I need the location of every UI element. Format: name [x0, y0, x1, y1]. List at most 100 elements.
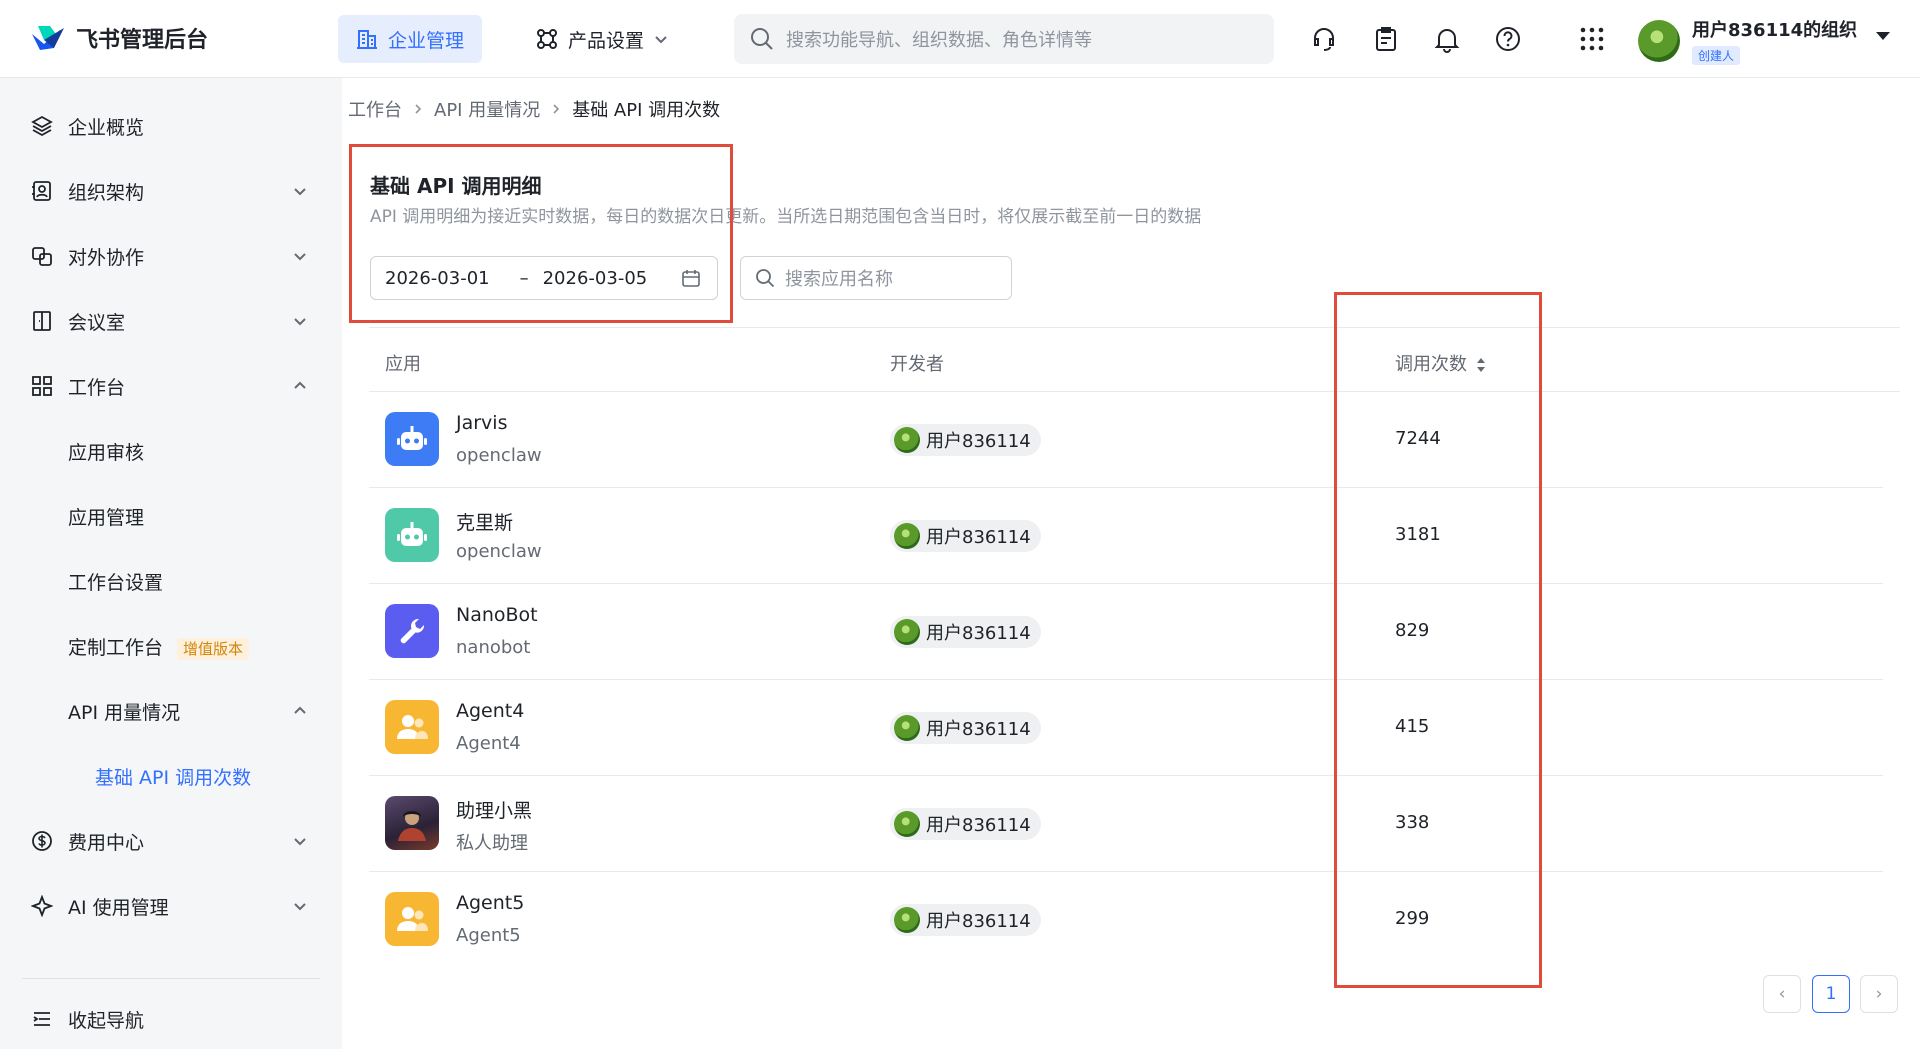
nav-product-label: 产品设置 [568, 29, 645, 52]
developer-chip[interactable]: 用户836114 [890, 424, 1041, 456]
sidebar-item-basic-api-calls[interactable]: 基础 API 调用次数 [0, 748, 342, 804]
collapse-nav-button[interactable]: 收起导航 [0, 991, 342, 1047]
app-subtitle: 私人助理 [456, 833, 528, 854]
robot-icon [385, 508, 439, 562]
table-row[interactable]: Agent5 Agent5 用户836114 299 [369, 872, 1883, 968]
sort-icon[interactable] [1475, 356, 1487, 374]
sidebar-item-overview[interactable]: 企业概览 [0, 98, 342, 154]
app-name[interactable]: Jarvis [456, 412, 507, 434]
collab-icon [30, 244, 54, 268]
app-subtitle: Agent5 [456, 925, 521, 946]
breadcrumb-api-usage[interactable]: API 用量情况 [434, 96, 540, 122]
table-row[interactable]: Agent4 Agent4 用户836114 415 [369, 680, 1883, 776]
avatar [894, 715, 920, 741]
app-name[interactable]: 助理小黑 [456, 796, 532, 823]
sidebar-item-external[interactable]: 对外协作 [0, 228, 342, 284]
avatar [894, 427, 920, 453]
pagination-next-button[interactable]: › [1860, 975, 1898, 1013]
chevron-down-icon [290, 246, 310, 266]
sidebar-item-api-usage[interactable]: API 用量情况 [0, 683, 342, 739]
apps-grid-icon[interactable] [1576, 23, 1608, 55]
modules-icon [537, 29, 557, 49]
chevron-right-icon [415, 104, 422, 114]
developer-chip[interactable]: 用户836114 [890, 904, 1041, 936]
nav-enterprise-button[interactable]: 企业管理 [338, 15, 482, 63]
sidebar-item-org[interactable]: 组织架构 [0, 163, 342, 219]
grid-icon [30, 374, 54, 398]
developer-chip[interactable]: 用户836114 [890, 520, 1041, 552]
developer-name: 用户836114 [926, 431, 1031, 452]
sidebar-divider [22, 978, 320, 979]
table-row[interactable]: 助理小黑 私人助理 用户836114 338 [369, 776, 1883, 872]
table-row[interactable]: NanoBot nanobot 用户836114 829 [369, 584, 1883, 680]
app-name[interactable]: NanoBot [456, 604, 538, 626]
app-name[interactable]: Agent5 [456, 892, 524, 914]
org-switcher[interactable]: 用户836114的组织 创建人 [1638, 16, 1857, 65]
chevron-up-icon [290, 376, 310, 396]
headset-icon[interactable] [1308, 23, 1340, 55]
developer-chip[interactable]: 用户836114 [890, 808, 1041, 840]
call-count: 415 [1395, 716, 1430, 737]
developer-chip[interactable]: 用户836114 [890, 712, 1041, 744]
call-count: 299 [1395, 908, 1430, 929]
app-subtitle: nanobot [456, 637, 531, 658]
sidebar-item-meeting-room[interactable]: 会议室 [0, 293, 342, 349]
call-count: 7244 [1395, 428, 1441, 449]
call-count: 338 [1395, 812, 1430, 833]
developer-name: 用户836114 [926, 911, 1031, 932]
pagination-page-1[interactable]: 1 [1812, 975, 1850, 1013]
org-name: 用户836114的组织 [1692, 20, 1858, 41]
column-header-count[interactable]: 调用次数 [1395, 350, 1487, 376]
app-subtitle: openclaw [456, 541, 542, 562]
chevron-up-icon [290, 701, 310, 721]
sidebar-item-app-review[interactable]: 应用审核 [0, 423, 342, 479]
app-name[interactable]: Agent4 [456, 700, 524, 722]
table-row[interactable]: 克里斯 openclaw 用户836114 3181 [369, 488, 1883, 584]
call-count: 829 [1395, 620, 1430, 641]
logo-text: 飞书管理后台 [76, 28, 209, 53]
breadcrumb: 工作台 API 用量情况 基础 API 调用次数 [348, 96, 720, 122]
wrench-icon [385, 604, 439, 658]
page-title: 基础 API 调用明细 [370, 174, 542, 198]
layers-icon [30, 114, 54, 138]
help-icon[interactable] [1492, 23, 1524, 55]
sidebar-item-ai-manage[interactable]: AI 使用管理 [0, 878, 342, 934]
sidebar-item-custom-workplace[interactable]: 定制工作台 增值版本 [0, 618, 342, 674]
breadcrumb-workplace[interactable]: 工作台 [348, 96, 402, 122]
chevron-down-icon [290, 311, 310, 331]
bell-icon[interactable] [1431, 23, 1463, 55]
people-icon [385, 892, 439, 946]
sidebar-item-app-manage[interactable]: 应用管理 [0, 488, 342, 544]
call-count: 3181 [1395, 524, 1441, 545]
sidebar-item-label: 定制工作台 [68, 636, 164, 659]
developer-name: 用户836114 [926, 527, 1031, 548]
date-range-picker[interactable]: 2026-03-01 – 2026-03-05 [370, 256, 718, 300]
developer-name: 用户836114 [926, 623, 1031, 644]
app-name[interactable]: 克里斯 [456, 508, 513, 535]
contacts-icon [30, 179, 54, 203]
date-start: 2026-03-01 [385, 267, 490, 289]
portrait-icon [385, 796, 439, 850]
sidebar-item-workplace[interactable]: 工作台 [0, 358, 342, 414]
chevron-down-icon [290, 181, 310, 201]
sidebar-item-billing[interactable]: 费用中心 [0, 813, 342, 869]
nav-product-button[interactable]: 产品设置 [518, 15, 686, 63]
clipboard-icon[interactable] [1370, 23, 1402, 55]
column-header-developer: 开发者 [890, 354, 944, 375]
developer-name: 用户836114 [926, 815, 1031, 836]
sidebar-item-workplace-settings[interactable]: 工作台设置 [0, 553, 342, 609]
caret-down-icon[interactable] [1876, 32, 1890, 40]
search-icon [751, 28, 773, 50]
app-search-input[interactable]: 搜索应用名称 [740, 256, 1012, 300]
developer-chip[interactable]: 用户836114 [890, 616, 1041, 648]
pagination-prev-button[interactable]: ‹ [1763, 975, 1801, 1013]
table-row[interactable]: Jarvis openclaw 用户836114 7244 [369, 392, 1883, 488]
org-role-badge: 创建人 [1692, 46, 1741, 65]
date-end: 2026-03-05 [542, 267, 648, 289]
page-description: API 调用明细为接近实时数据，每日的数据次日更新。当所选日期范围包含当日时，将… [370, 207, 1202, 227]
global-search-input[interactable]: 搜索功能导航、组织数据、角色详情等 [734, 14, 1274, 64]
logo[interactable]: 飞书管理后台 [30, 22, 208, 54]
top-bar: 飞书管理后台 企业管理 产品设置 搜索功能导航、组织数据、角色详情等 用户836… [0, 0, 1920, 78]
breadcrumb-current: 基础 API 调用次数 [572, 100, 721, 121]
building-icon [357, 30, 377, 49]
